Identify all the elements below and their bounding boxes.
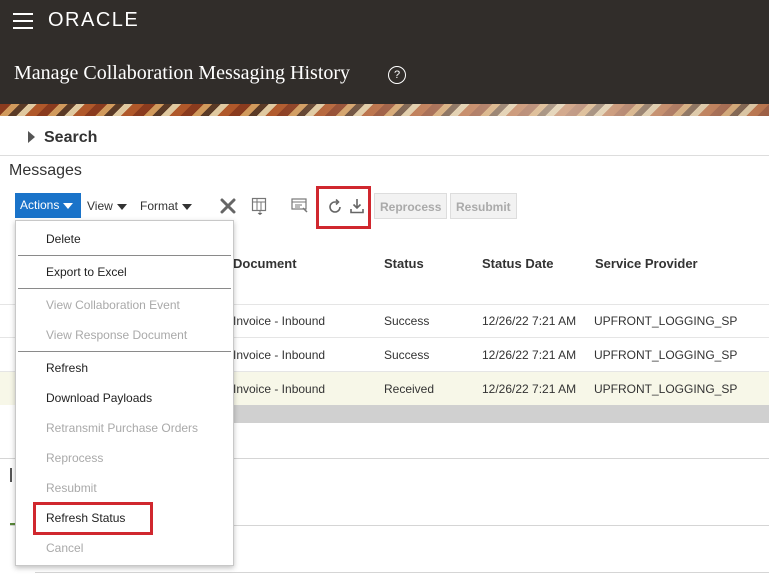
menu-item-resubmit[interactable]: Resubmit xyxy=(46,481,97,495)
column-header-document[interactable]: Document xyxy=(233,256,297,271)
menu-item-retransmit-purchase-orders[interactable]: Retransmit Purchase Orders xyxy=(46,421,198,435)
cell-status: Received xyxy=(384,382,435,396)
view-menu[interactable]: View xyxy=(87,199,127,213)
divider xyxy=(0,155,769,156)
column-header-service-provider[interactable]: Service Provider xyxy=(595,256,698,271)
column-header-status-date[interactable]: Status Date xyxy=(482,256,554,271)
chevron-down-icon xyxy=(182,203,193,210)
page-header: Manage Collaboration Messaging History ? xyxy=(0,42,769,104)
horizontal-scrollbar[interactable] xyxy=(234,405,769,423)
cell-service-provider: UPFRONT_LOGGING_SP xyxy=(594,348,738,362)
cell-status: Success xyxy=(384,348,430,362)
cell-document: Invoice - Inbound xyxy=(233,314,326,328)
close-icon[interactable] xyxy=(220,198,236,214)
column-header-status[interactable]: Status xyxy=(384,256,424,271)
cell-status-date: 12/26/22 7:21 AM xyxy=(482,382,577,396)
help-icon[interactable]: ? xyxy=(388,66,406,84)
search-expand-icon[interactable] xyxy=(28,131,35,143)
cell-document: Invoice - Inbound xyxy=(233,348,326,362)
detach-icon[interactable] xyxy=(291,197,309,215)
cell-status: Success xyxy=(384,314,430,328)
freeze-icon[interactable] xyxy=(251,197,269,215)
menu-separator xyxy=(18,288,231,289)
view-label: View xyxy=(87,199,113,213)
menu-item-reprocess[interactable]: Reprocess xyxy=(46,451,103,465)
actions-menu-button[interactable]: Actions xyxy=(15,193,81,218)
format-menu[interactable]: Format xyxy=(140,199,193,213)
menu-icon[interactable] xyxy=(13,13,33,29)
menu-item-view-collaboration-event[interactable]: View Collaboration Event xyxy=(46,298,180,312)
search-section-title[interactable]: Search xyxy=(44,129,97,147)
menu-item-download-payloads[interactable]: Download Payloads xyxy=(46,391,152,405)
messages-title: Messages xyxy=(9,162,82,179)
chevron-down-icon xyxy=(63,202,74,209)
page-title: Manage Collaboration Messaging History xyxy=(14,62,351,84)
cell-service-provider: UPFRONT_LOGGING_SP xyxy=(594,314,738,328)
menu-item-refresh[interactable]: Refresh xyxy=(46,361,88,375)
cell-status-date: 12/26/22 7:21 AM xyxy=(482,348,577,362)
highlight-box xyxy=(33,502,153,535)
panel-edge xyxy=(10,468,12,482)
menu-separator xyxy=(18,255,231,256)
menu-item-view-response-document[interactable]: View Response Document xyxy=(46,328,187,342)
chevron-down-icon xyxy=(116,203,127,210)
cell-service-provider: UPFRONT_LOGGING_SP xyxy=(594,382,738,396)
reprocess-button[interactable]: Reprocess xyxy=(374,193,448,219)
decorative-banner xyxy=(0,104,769,116)
menu-separator xyxy=(18,351,231,352)
oracle-logo[interactable]: ORACLE xyxy=(48,9,139,32)
cell-status-date: 12/26/22 7:21 AM xyxy=(482,314,577,328)
menu-item-cancel[interactable]: Cancel xyxy=(46,541,83,555)
cell-document: Invoice - Inbound xyxy=(233,382,326,396)
menu-item-delete[interactable]: Delete xyxy=(46,232,81,246)
menu-item-export-to-excel[interactable]: Export to Excel xyxy=(46,265,127,279)
highlight-box xyxy=(316,186,371,229)
divider xyxy=(35,572,769,573)
resubmit-button[interactable]: Resubmit xyxy=(450,193,517,219)
actions-label: Actions xyxy=(20,198,60,212)
format-label: Format xyxy=(140,199,179,213)
global-header: ORACLE xyxy=(0,0,769,42)
